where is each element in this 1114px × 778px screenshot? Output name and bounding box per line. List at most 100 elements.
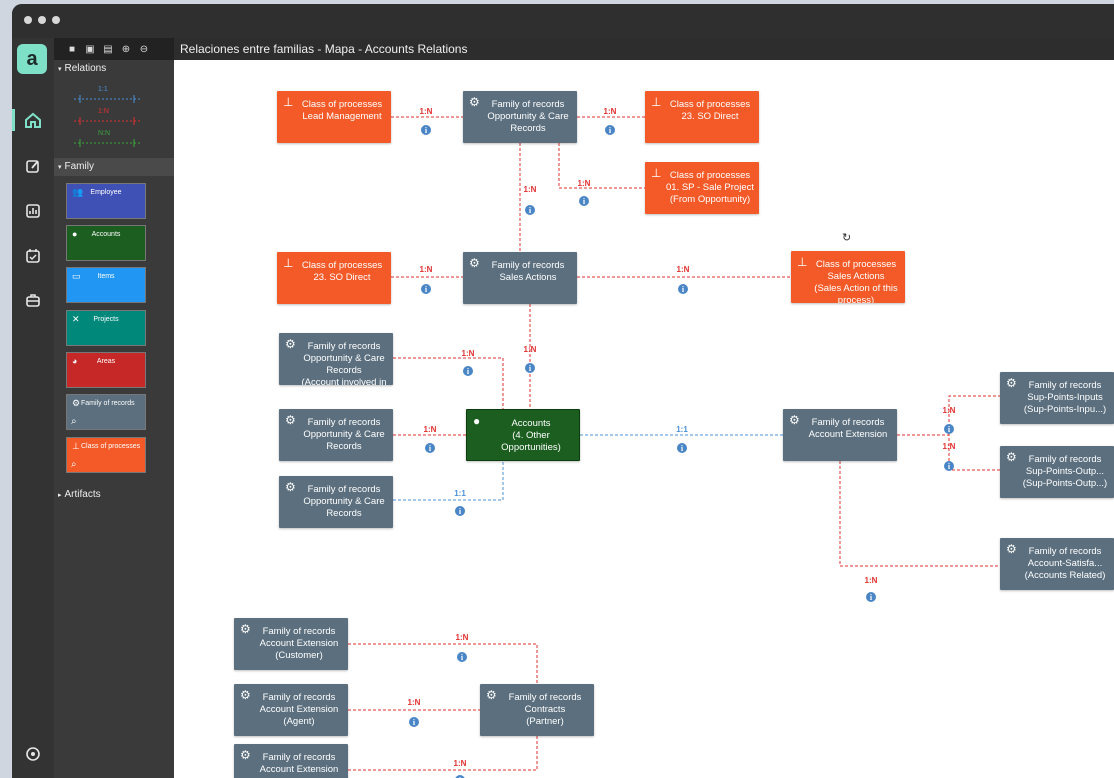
gear-icon: ⚙ [240,748,251,762]
relation-cardinality-label: 1:N [454,759,467,768]
family-palette-item[interactable]: ⊥ Class of processes ⌕ [66,437,146,473]
family-section-header[interactable]: ▾ Family [54,158,174,176]
relation-cardinality-label: 1:N [943,442,956,451]
node-ext-cust[interactable]: ⚙ Family of records Account Extension (Cust… [234,618,348,670]
node-text-line: Family of records [1028,380,1102,391]
node-ext-bottom[interactable]: ⚙ Family of records Account Extension [234,744,348,778]
gear-icon: ⚙ [240,622,251,636]
relation-cardinality-label: 1:N [524,185,537,194]
node-text-line: 23. SO Direct [313,272,371,283]
artifacts-section-header[interactable]: ▸ Artifacts [54,486,174,504]
calendar-check-icon[interactable] [23,246,43,266]
node-acc-ext[interactable]: ⚙ Family of records Account Extension [783,409,897,461]
relation-cardinality-label: 1:N [677,265,690,274]
node-occ-left[interactable]: ⚙ Family of records Opportunity & Care Reco… [279,409,393,461]
node-text-line: Opportunity & Care [303,353,385,364]
relation-cardinality-label: 1:1 [676,425,688,434]
relation-line[interactable] [839,461,1000,567]
briefcase-icon[interactable] [23,290,43,310]
node-text-line: Account Extension [259,638,339,649]
relations-map-canvas[interactable]: 1:N i 1:N i 1:N i 1:N i 1:N i 1:N i 1:N i 1:N i 1:N i 1:1 i… [174,60,1114,778]
relation-line[interactable] [348,736,538,771]
new-icon[interactable]: ■ [66,44,78,55]
save-icon[interactable]: ▣ [84,44,96,55]
node-occ-top[interactable]: ⚙ Family of records Opportunity & Care Reco… [463,91,577,143]
node-lead[interactable]: ⊥ Class of processes Lead Management [277,91,391,143]
node-occ-involved[interactable]: ⚙ Family of records Opportunity & Care Reco… [279,333,393,385]
edit-icon[interactable] [23,156,43,176]
node-sales-proc[interactable]: ⊥ Class of processes Sales Actions (Sales A… [791,251,905,303]
relation-line[interactable] [393,461,504,501]
node-occ-low[interactable]: ⚙ Family of records Opportunity & Care Reco… [279,476,393,528]
family-palette-label: Items [97,273,115,280]
family-palette-item[interactable]: 👥 Employee [66,183,146,219]
node-sp[interactable]: ⊥ Class of processes 01. SP - Sale Project… [645,162,759,214]
chart-icon[interactable] [23,201,43,221]
node-text-line: Accounts [511,418,551,429]
relation-legend-label: 1:N [98,108,109,115]
save-as-icon[interactable]: ▤ [102,44,114,55]
node-text-line: Account Extension [259,764,339,775]
hierarchy-icon: ⊥ [651,166,662,180]
search-icon[interactable]: ⌕ [71,416,77,427]
node-contracts[interactable]: ⚙ Family of records Contracts (Partner) [480,684,594,736]
node-text-line: Family of records [811,417,885,428]
search-icon[interactable]: ⌕ [71,459,77,470]
collapse-icon: ▾ [58,164,62,171]
family-palette-label: Employee [90,189,122,196]
family-palette-item[interactable]: ▭ Items [66,267,146,303]
node-text-line: Sup-Points-Inputs [1027,392,1103,403]
expand-icon: ▸ [58,492,62,499]
relation-line[interactable] [348,643,538,684]
window-close-dot[interactable] [24,16,32,24]
window-zoom-dot[interactable] [52,16,60,24]
relation-line[interactable] [393,357,504,409]
relation-legend-item[interactable]: 1:N [72,108,142,125]
node-text-line: Records [326,508,362,519]
node-ext-agent[interactable]: ⚙ Family of records Account Extension (Agen… [234,684,348,736]
node-accounts[interactable]: ● Accounts (4. Other Opportunities) [466,409,580,461]
node-text-line: Class of processes [301,99,383,110]
node-text-line: Sales Actions [827,271,885,282]
family-palette-item[interactable]: ◕ Areas [66,352,146,388]
family-palette-label: Family of records [81,400,135,407]
relation-legend-item[interactable]: N:N [72,130,142,147]
hierarchy-icon: ⊥ [797,255,808,269]
node-text-line: Family of records [508,692,582,703]
home-icon[interactable] [23,110,43,130]
zoom-out-icon[interactable]: ⊖ [138,44,150,55]
relation-legend-label: N:N [98,130,111,137]
node-so-top[interactable]: ⊥ Class of processes 23. SO Direct [645,91,759,143]
node-text-line: Family of records [262,752,336,763]
node-text-line: Family of records [307,484,381,495]
rotate-handle-icon[interactable]: ↻ [842,231,851,244]
node-text-line: Family of records [307,341,381,352]
node-sup-in[interactable]: ⚙ Family of records Sup-Points-Inputs (Sup-… [1000,372,1114,424]
family-palette-item[interactable]: ⚙ Family of records ⌕ [66,394,146,430]
gear-icon: ⚙ [240,688,251,702]
relation-legend-item[interactable]: 1:1 [72,86,142,103]
settings-icon[interactable] [23,744,43,764]
relations-section-header[interactable]: ▾ Relations [54,60,174,78]
toolbar: ■ ▣ ▤ ⊕ ⊖ [54,38,174,60]
relation-cardinality-label: 1:N [456,633,469,642]
window-minimize-dot[interactable] [38,16,46,24]
relation-cardinality-label: 1:N [524,345,537,354]
node-text-line: Records [326,365,362,376]
gear-icon: ⚙ [285,480,296,494]
node-sales-actions[interactable]: ⚙ Family of records Sales Actions [463,252,577,304]
node-text-line: Account Extension [808,429,888,440]
zoom-in-icon[interactable]: ⊕ [120,44,132,55]
node-text-line: Class of processes [815,259,897,270]
node-acc-sat[interactable]: ⚙ Family of records Account-Satisfa... (Acc… [1000,538,1114,590]
family-palette-item[interactable]: ✕ Projects [66,310,146,346]
app-logo[interactable]: a [17,44,47,74]
node-sup-out[interactable]: ⚙ Family of records Sup-Points-Outp... (Sup… [1000,446,1114,498]
node-text-line: (Sup-Points-Outp...) [1022,478,1108,489]
node-text-line: Sup-Points-Outp... [1025,466,1105,477]
hierarchy-icon: ⊥ [651,95,662,109]
family-palette-item[interactable]: ● Accounts [66,225,146,261]
node-so-mid[interactable]: ⊥ Class of processes 23. SO Direct [277,252,391,304]
node-text-line: Family of records [1028,454,1102,465]
relation-line[interactable] [558,143,645,189]
